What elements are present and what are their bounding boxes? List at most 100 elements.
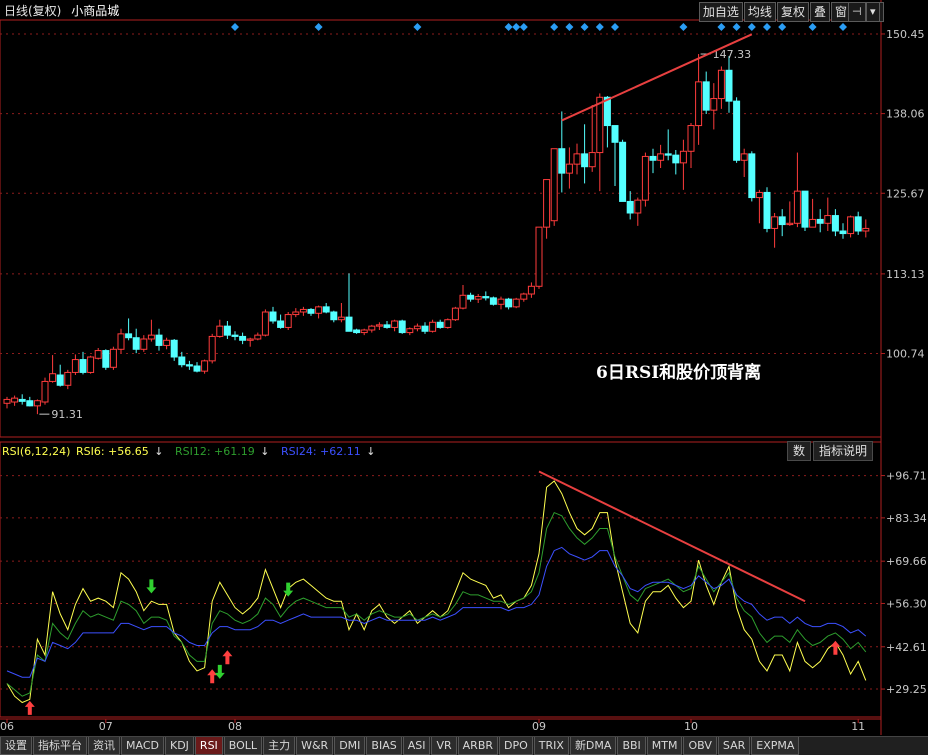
candle — [3, 396, 11, 409]
candle-body — [520, 293, 528, 300]
tab-new-dma[interactable]: 新DMA — [569, 737, 617, 755]
tab-boll[interactable]: BOLL — [223, 737, 263, 755]
tab-macd[interactable]: MACD — [121, 737, 164, 755]
candle — [132, 328, 140, 354]
tab-arbr[interactable]: ARBR — [457, 737, 499, 755]
tab-rsi[interactable]: RSI — [194, 737, 223, 755]
candle-body — [3, 398, 11, 404]
tab-vr[interactable]: VR — [431, 737, 457, 755]
event-diamond-icon — [717, 23, 726, 31]
indicator-help-button[interactable]: 指标说明 — [813, 441, 874, 461]
price-axis-label: 113.13 — [886, 268, 925, 281]
candle-body — [854, 216, 862, 232]
tab-indicator-platform[interactable]: 指标平台 — [33, 737, 87, 755]
candle — [619, 139, 627, 202]
candle-body — [679, 150, 687, 164]
candle-body — [611, 125, 619, 143]
chart-canvas[interactable]: 150.45 138.06 125.67 113.13 100.74 +96.71 +83… — [0, 0, 928, 754]
candle-body — [558, 148, 566, 174]
candle — [771, 213, 779, 248]
event-diamond-icon — [512, 23, 521, 31]
candle-body — [687, 125, 695, 152]
tab-main-force[interactable]: 主力 — [263, 737, 296, 755]
candle-body — [809, 218, 817, 228]
candle-body — [277, 320, 285, 328]
tab-kdj[interactable]: KDJ — [164, 737, 194, 755]
candle — [406, 327, 414, 336]
candle-body — [322, 306, 330, 313]
candle — [322, 303, 330, 314]
rsi-pane-buttons: 数 指标说明 — [787, 441, 874, 461]
candle — [558, 111, 566, 193]
stock-name: 小商品城 — [71, 4, 120, 18]
candle — [391, 319, 399, 332]
candle-body — [451, 307, 459, 321]
add-watchlist-button[interactable]: 加自选 — [698, 2, 743, 22]
tab-expma[interactable]: EXPMA — [751, 737, 800, 755]
candle — [398, 319, 406, 334]
tab-mtm[interactable]: MTM — [646, 737, 683, 755]
tab-bbi[interactable]: BBI — [617, 737, 646, 755]
event-diamond-icon — [314, 23, 323, 31]
tab-asi[interactable]: ASI — [402, 737, 431, 755]
candle — [56, 364, 64, 387]
candle — [292, 308, 300, 318]
candle — [49, 355, 57, 383]
moving-average-button[interactable]: 均线 — [743, 2, 776, 22]
buy-arrow-icon — [222, 650, 233, 665]
candle — [626, 191, 634, 220]
candle — [497, 296, 505, 310]
candle-body — [527, 285, 535, 295]
candle-body — [474, 296, 482, 300]
candle-body — [94, 350, 102, 359]
tab-sar[interactable]: SAR — [717, 737, 751, 755]
tab-settings[interactable]: 设置 — [0, 737, 32, 755]
menu-arrow-icon[interactable]: ▾ — [866, 2, 880, 22]
candle — [444, 318, 452, 329]
event-diamond-icon — [519, 23, 528, 31]
overlay-button[interactable]: 叠 — [809, 2, 830, 22]
candle — [801, 190, 809, 231]
candle — [284, 312, 292, 330]
price-axis-label: 125.67 — [886, 187, 925, 200]
candle-body — [269, 311, 277, 322]
candle — [64, 369, 72, 390]
candle — [596, 93, 604, 192]
candle — [831, 209, 839, 237]
low-price-label: 91.31 — [51, 408, 83, 421]
tab-dpo[interactable]: DPO — [499, 737, 533, 755]
candle — [725, 56, 733, 113]
candle — [664, 129, 672, 161]
candle — [641, 152, 649, 207]
candle-body — [33, 400, 41, 407]
candle-body — [702, 81, 710, 111]
sell-arrow-icon — [146, 579, 157, 594]
candle — [261, 309, 269, 337]
rsi-params-button[interactable]: 数 — [787, 441, 812, 461]
candle — [94, 348, 102, 360]
candle — [170, 339, 178, 361]
candle — [353, 328, 361, 334]
candle-body — [140, 338, 148, 350]
adjust-price-button[interactable]: 复权 — [776, 2, 809, 22]
candle — [702, 71, 710, 114]
tab-news[interactable]: 资讯 — [88, 737, 120, 755]
candle — [543, 179, 551, 239]
candle-body — [543, 179, 551, 228]
candle — [79, 351, 87, 375]
step-icon[interactable]: ⊣ — [848, 2, 866, 22]
candle-body — [18, 398, 26, 402]
tab-trix[interactable]: TRIX — [533, 737, 569, 755]
candle-body — [117, 333, 125, 350]
candle-body — [634, 199, 642, 214]
candle-body — [459, 294, 467, 309]
tab-dmi[interactable]: DMI — [334, 737, 366, 755]
event-diamond-icon — [839, 23, 847, 31]
tab-wr[interactable]: W&R — [296, 737, 334, 755]
tab-obv[interactable]: OBV — [683, 737, 717, 755]
candle — [535, 226, 543, 289]
candle-body — [41, 380, 49, 403]
tab-bias[interactable]: BIAS — [366, 737, 402, 755]
event-diamond-icon — [611, 23, 619, 31]
event-diamond-icon — [550, 23, 559, 31]
